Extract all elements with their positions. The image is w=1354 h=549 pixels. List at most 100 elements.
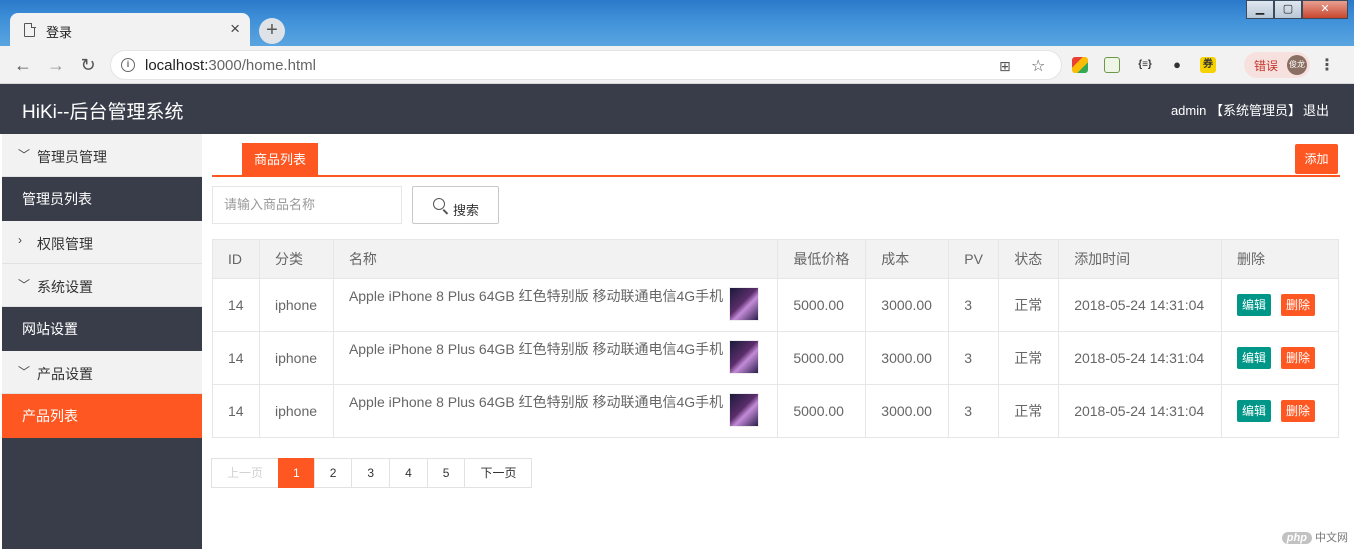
cell-id: 14 bbox=[212, 331, 260, 385]
cell-added: 2018-05-24 14:31:04 bbox=[1058, 331, 1223, 385]
close-window-button[interactable]: ✕ bbox=[1302, 0, 1348, 19]
page-4-button[interactable]: 4 bbox=[389, 458, 428, 488]
sidebar-group-label: 权限管理 bbox=[37, 236, 93, 252]
page-3-button[interactable]: 3 bbox=[351, 458, 391, 488]
translate-icon[interactable]: ⊞ bbox=[999, 58, 1011, 75]
extension-sheet-icon[interactable] bbox=[1104, 57, 1120, 73]
product-table: ID 分类 名称 最低价格 成本 PV 状态 添加时间 删除 14 iphone… bbox=[212, 239, 1339, 438]
sidebar-group-products[interactable]: ﹀ 产品设置 bbox=[2, 351, 202, 394]
document-icon bbox=[24, 22, 36, 37]
url-host: localhost: bbox=[145, 57, 209, 74]
column-header-category: 分类 bbox=[258, 239, 334, 279]
browser-menu-icon[interactable]: ⋮ bbox=[1319, 55, 1335, 75]
add-button[interactable]: 添加 bbox=[1295, 144, 1338, 174]
tab-close-icon[interactable]: × bbox=[230, 19, 240, 39]
maximize-button[interactable]: ▢ bbox=[1274, 0, 1302, 19]
extension-color-icon[interactable] bbox=[1072, 57, 1088, 73]
bookmark-star-icon[interactable]: ☆ bbox=[1031, 56, 1045, 76]
cell-id: 14 bbox=[212, 278, 260, 332]
extension-bulb-icon[interactable]: ● bbox=[1169, 57, 1185, 73]
cell-min-price: 5000.00 bbox=[777, 384, 867, 438]
chevron-right-icon: › bbox=[18, 233, 22, 247]
page-1-button[interactable]: 1 bbox=[278, 458, 315, 488]
logout-link[interactable]: 退出 bbox=[1303, 103, 1329, 118]
sidebar-item-product-list[interactable]: 产品列表 bbox=[2, 394, 202, 438]
watermark-logo: php bbox=[1281, 532, 1312, 544]
back-arrow-icon[interactable]: ← bbox=[12, 54, 34, 76]
url-path: 3000/home.html bbox=[208, 57, 316, 74]
avatar: 俊龙 bbox=[1287, 55, 1307, 75]
browser-toolbar: ← → ↻ i localhost:3000/home.html ⊞ ☆ {≡}… bbox=[0, 46, 1354, 84]
delete-button[interactable]: 删除 bbox=[1281, 294, 1316, 316]
column-header-pv: PV bbox=[948, 239, 1000, 279]
content-tabbar: 商品列表 bbox=[212, 143, 1340, 177]
search-icon bbox=[433, 198, 445, 210]
chevron-down-icon: ﹀ bbox=[18, 365, 31, 379]
chevron-down-icon: ﹀ bbox=[18, 278, 31, 292]
new-tab-button[interactable]: + bbox=[259, 18, 285, 44]
cell-status: 正常 bbox=[998, 331, 1060, 385]
chevron-down-icon: ﹀ bbox=[18, 148, 31, 162]
sidebar-group-label: 系统设置 bbox=[37, 279, 93, 295]
sidebar-group-permissions[interactable]: › 权限管理 bbox=[2, 221, 202, 264]
column-header-cost: 成本 bbox=[865, 239, 950, 279]
search-input[interactable]: 请输入商品名称 bbox=[212, 186, 402, 224]
cell-min-price: 5000.00 bbox=[777, 278, 867, 332]
edit-button[interactable]: 编辑 bbox=[1237, 294, 1272, 316]
cell-category: iphone bbox=[258, 331, 334, 385]
sidebar-item-admin-list[interactable]: 管理员列表 bbox=[2, 177, 202, 221]
cell-actions: 编辑 删除 bbox=[1221, 278, 1339, 332]
search-button-label: 搜索 bbox=[453, 203, 480, 218]
sidebar-group-label: 管理员管理 bbox=[37, 149, 107, 165]
cell-status: 正常 bbox=[998, 278, 1060, 332]
cell-actions: 编辑 删除 bbox=[1221, 384, 1339, 438]
user-info: admin 【系统管理员】 退出 bbox=[1171, 100, 1329, 119]
cell-name: Apple iPhone 8 Plus 64GB 红色特别版 移动联通电信4G手… bbox=[332, 278, 779, 332]
product-name: Apple iPhone 8 Plus 64GB 红色特别版 移动联通电信4G手… bbox=[348, 340, 724, 357]
page-2-button[interactable]: 2 bbox=[313, 458, 353, 488]
profile-button[interactable]: 错误 俊龙 bbox=[1244, 52, 1310, 78]
column-header-status: 状态 bbox=[998, 239, 1060, 279]
next-page-button[interactable]: 下一页 bbox=[464, 458, 533, 488]
profile-error-label: 错误 bbox=[1254, 59, 1279, 73]
extension-yellow-icon[interactable]: 券 bbox=[1200, 57, 1216, 73]
forward-arrow-icon[interactable]: → bbox=[45, 54, 67, 76]
edit-button[interactable]: 编辑 bbox=[1237, 347, 1272, 369]
sidebar-item-site-settings[interactable]: 网站设置 bbox=[2, 307, 202, 351]
watermark-text: 中文网 bbox=[1315, 532, 1348, 544]
info-icon[interactable]: i bbox=[121, 58, 135, 72]
cell-status: 正常 bbox=[998, 384, 1060, 438]
browser-tab[interactable]: 登录 × bbox=[10, 13, 250, 46]
tab-product-list[interactable]: 商品列表 bbox=[242, 143, 318, 177]
delete-button[interactable]: 删除 bbox=[1281, 400, 1316, 422]
product-thumbnail bbox=[729, 340, 760, 374]
delete-button[interactable]: 删除 bbox=[1281, 347, 1316, 369]
column-header-delete: 删除 bbox=[1221, 239, 1339, 279]
extension-json-icon[interactable]: {≡} bbox=[1137, 57, 1153, 73]
sidebar-group-system[interactable]: ﹀ 系统设置 bbox=[2, 264, 202, 307]
table-row: 14 iphone Apple iPhone 8 Plus 64GB 红色特别版… bbox=[212, 278, 1339, 332]
cell-min-price: 5000.00 bbox=[777, 331, 867, 385]
minimize-button[interactable]: ▁ bbox=[1246, 0, 1274, 19]
sidebar-group-admin[interactable]: ﹀ 管理员管理 bbox=[2, 134, 202, 177]
cell-id: 14 bbox=[212, 384, 260, 438]
product-thumbnail bbox=[729, 287, 760, 321]
cell-pv: 3 bbox=[948, 331, 1000, 385]
product-thumbnail bbox=[729, 393, 760, 427]
address-bar[interactable]: i localhost:3000/home.html ⊞ ☆ bbox=[110, 50, 1062, 80]
edit-button[interactable]: 编辑 bbox=[1237, 400, 1272, 422]
pagination: 上一页 1 2 3 4 5 下一页 bbox=[211, 458, 533, 488]
product-name: Apple iPhone 8 Plus 64GB 红色特别版 移动联通电信4G手… bbox=[348, 393, 724, 410]
cell-pv: 3 bbox=[948, 278, 1000, 332]
column-header-added: 添加时间 bbox=[1058, 239, 1223, 279]
column-header-id: ID bbox=[212, 239, 260, 279]
app-header: HiKi--后台管理系统 admin 【系统管理员】 退出 bbox=[0, 84, 1354, 134]
search-button[interactable]: 搜索 bbox=[412, 186, 499, 224]
reload-icon[interactable]: ↻ bbox=[77, 54, 99, 76]
table-header-row: ID 分类 名称 最低价格 成本 PV 状态 添加时间 删除 bbox=[212, 239, 1339, 279]
window-controls: ▁ ▢ ✕ bbox=[1246, 0, 1348, 19]
page-5-button[interactable]: 5 bbox=[426, 458, 466, 488]
prev-page-button[interactable]: 上一页 bbox=[211, 458, 280, 488]
cell-category: iphone bbox=[258, 278, 334, 332]
cell-added: 2018-05-24 14:31:04 bbox=[1058, 278, 1223, 332]
